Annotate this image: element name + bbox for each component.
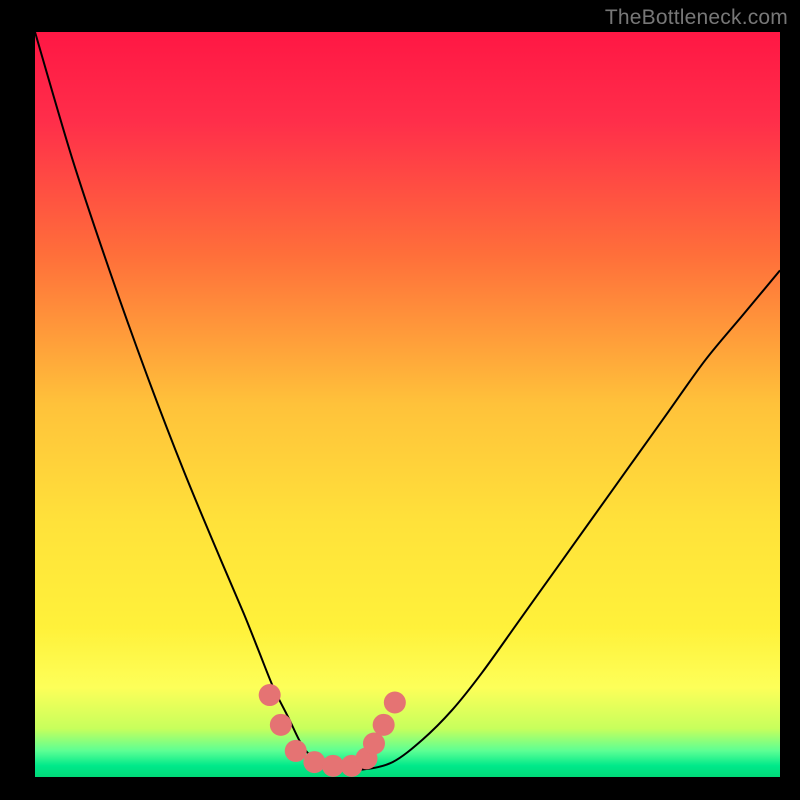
dot-highlight-dots (373, 714, 395, 736)
gradient-background (35, 32, 780, 777)
dot-highlight-dots (363, 732, 385, 754)
dot-highlight-dots (285, 740, 307, 762)
bottleneck-chart (0, 0, 800, 800)
dot-highlight-dots (384, 692, 406, 714)
watermark-text: TheBottleneck.com (605, 6, 788, 30)
dot-highlight-dots (259, 684, 281, 706)
dot-highlight-dots (270, 714, 292, 736)
chart-container: TheBottleneck.com (0, 0, 800, 800)
dot-highlight-dots (303, 751, 325, 773)
